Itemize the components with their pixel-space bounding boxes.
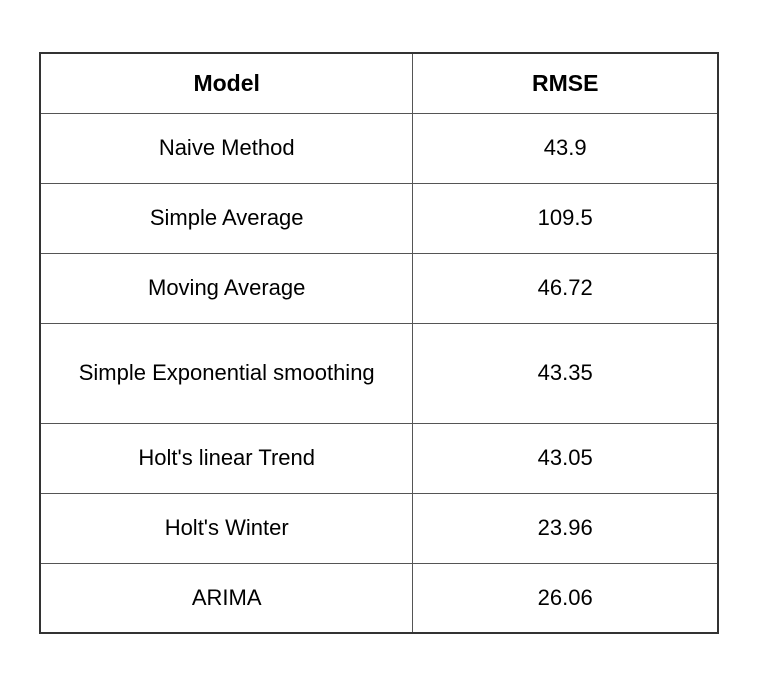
cell-model: Holt's linear Trend [40,423,413,493]
cell-rmse: 43.9 [413,113,718,183]
cell-model: Naive Method [40,113,413,183]
cell-rmse: 43.05 [413,423,718,493]
cell-rmse: 43.35 [413,323,718,423]
table-row: Holt's Winter23.96 [40,493,718,563]
cell-rmse: 26.06 [413,563,718,633]
cell-model: ARIMA [40,563,413,633]
table-container: Model RMSE Naive Method43.9Simple Averag… [39,52,719,635]
table-row: Naive Method43.9 [40,113,718,183]
table-row: Simple Average109.5 [40,183,718,253]
cell-rmse: 23.96 [413,493,718,563]
cell-model: Moving Average [40,253,413,323]
cell-rmse: 109.5 [413,183,718,253]
cell-rmse: 46.72 [413,253,718,323]
comparison-table: Model RMSE Naive Method43.9Simple Averag… [39,52,719,635]
cell-model: Simple Average [40,183,413,253]
table-row: Moving Average46.72 [40,253,718,323]
header-row: Model RMSE [40,53,718,114]
header-model: Model [40,53,413,114]
header-rmse: RMSE [413,53,718,114]
table-row: Simple Exponential smoothing43.35 [40,323,718,423]
cell-model: Holt's Winter [40,493,413,563]
table-row: Holt's linear Trend43.05 [40,423,718,493]
table-row: ARIMA26.06 [40,563,718,633]
cell-model: Simple Exponential smoothing [40,323,413,423]
